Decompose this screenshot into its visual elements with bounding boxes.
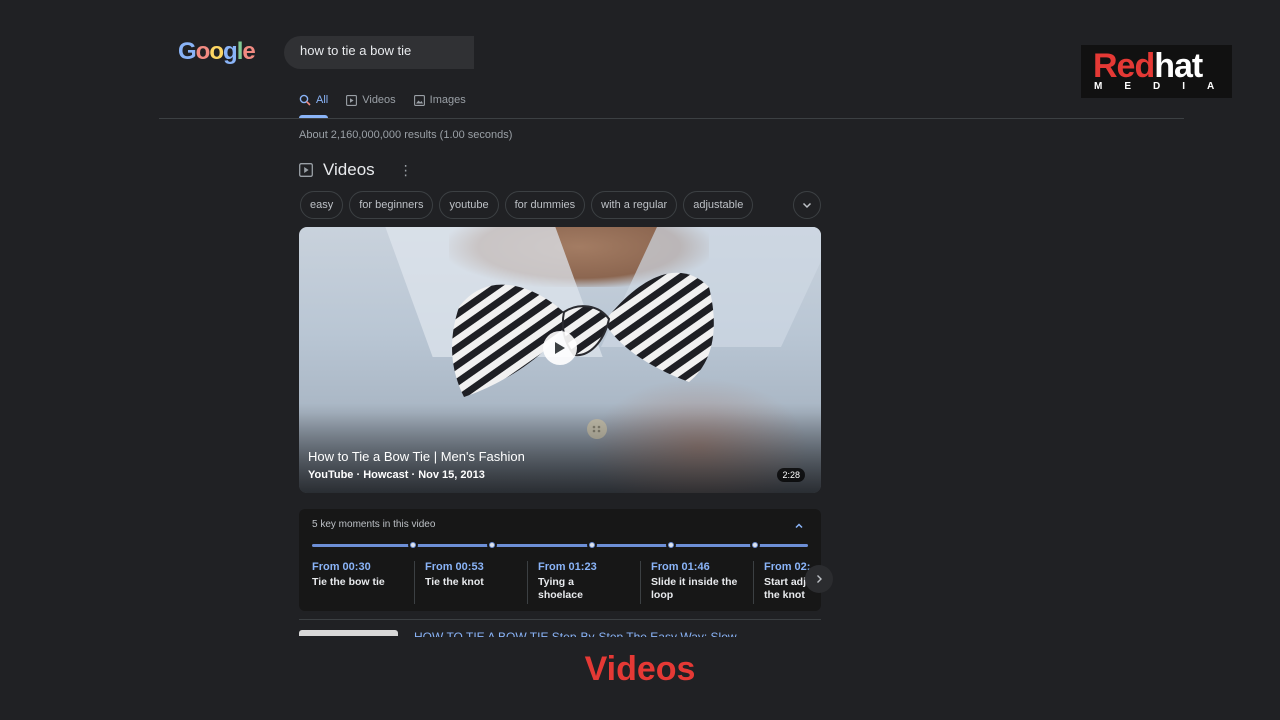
result-divider bbox=[299, 619, 821, 620]
tab-label: Videos bbox=[362, 94, 396, 106]
logo-letter: e bbox=[242, 38, 255, 65]
logo-letter: g bbox=[223, 38, 238, 65]
image-icon bbox=[413, 94, 425, 106]
key-moment[interactable]: From 00:53 Tie the knot bbox=[414, 561, 527, 604]
video-thumbnail[interactable]: How to Tie a Bow Tie | Men's Fashion You… bbox=[299, 227, 821, 493]
chip[interactable]: youtube bbox=[439, 191, 499, 219]
chip[interactable]: adjustable bbox=[683, 191, 754, 219]
redhat-media-logo: Redhat MEDIA bbox=[1081, 45, 1232, 98]
next-result-thumbnail[interactable] bbox=[299, 630, 398, 636]
key-moment[interactable]: From 01:46 Slide it inside the loop bbox=[640, 561, 740, 604]
timeline-track bbox=[312, 544, 808, 547]
video-icon bbox=[299, 163, 313, 177]
more-options-icon[interactable]: ⋮ bbox=[399, 163, 413, 177]
video-duration: 2:28 bbox=[777, 468, 805, 482]
play-icon bbox=[555, 342, 565, 354]
chevron-up-icon bbox=[795, 523, 803, 529]
moment-time: From 00:30 bbox=[312, 561, 371, 573]
video-meta: YouTube · Howcast · Nov 15, 2013 bbox=[308, 469, 485, 481]
tab-label: All bbox=[316, 94, 329, 106]
refinement-chips: easy for beginners youtube for dummies w… bbox=[300, 191, 754, 219]
tab-videos[interactable]: Videos bbox=[346, 92, 396, 108]
google-logo[interactable]: Google bbox=[178, 38, 256, 66]
chip[interactable]: for dummies bbox=[504, 191, 586, 219]
logo-red-text: Red bbox=[1093, 47, 1155, 85]
key-moments-title: 5 key moments in this video bbox=[312, 519, 436, 530]
key-moment[interactable]: From 00:30 Tie the bow tie bbox=[312, 561, 425, 604]
chip[interactable]: with a regular bbox=[591, 191, 678, 219]
section-title: Videos bbox=[323, 160, 375, 179]
videos-section-header: Videos ⋮ bbox=[299, 160, 413, 180]
tab-all[interactable]: All bbox=[299, 92, 328, 108]
logo-letter: o bbox=[209, 38, 224, 65]
key-moments-panel: 5 key moments in this video From 00:30 T… bbox=[299, 509, 821, 611]
header-divider bbox=[159, 118, 1184, 119]
results-count: About 2,160,000,000 results (1.00 second… bbox=[299, 129, 513, 141]
moment-label: Tying a shoelace bbox=[538, 576, 583, 601]
chevron-right-icon bbox=[817, 575, 822, 583]
chip[interactable]: easy bbox=[300, 191, 344, 219]
search-icon bbox=[299, 94, 311, 106]
moment-time: From 01:23 bbox=[538, 561, 597, 573]
expand-chips-button[interactable] bbox=[793, 191, 821, 219]
next-moments-button[interactable] bbox=[805, 565, 833, 593]
tab-label: Images bbox=[429, 94, 466, 106]
key-moment[interactable]: From 01:23 Tying a shoelace bbox=[527, 561, 613, 604]
timeline-marker[interactable] bbox=[750, 540, 760, 550]
moment-time: From 00:53 bbox=[425, 561, 484, 573]
logo-subtext: MEDIA bbox=[1094, 81, 1237, 92]
logo-white-text: hat bbox=[1154, 47, 1203, 85]
moment-time: From 01:46 bbox=[651, 561, 710, 573]
chip[interactable]: for beginners bbox=[349, 191, 434, 219]
search-input[interactable]: how to tie a bow tie bbox=[284, 36, 474, 69]
logo-letter: o bbox=[195, 38, 211, 65]
moment-label: Tie the knot bbox=[425, 576, 484, 588]
next-result-link[interactable]: HOW TO TIE A BOW TIE Step-By-Step The Ea… bbox=[414, 629, 744, 637]
logo-letter: G bbox=[178, 38, 197, 65]
timeline-marker[interactable] bbox=[487, 540, 497, 550]
video-icon bbox=[346, 94, 358, 106]
moment-label: Tie the bow tie bbox=[312, 576, 385, 588]
collapse-button[interactable] bbox=[791, 518, 807, 534]
timeline-marker[interactable] bbox=[408, 540, 418, 550]
chevron-down-icon bbox=[802, 202, 812, 209]
timeline-marker[interactable] bbox=[587, 540, 597, 550]
logo-wordmark: Redhat bbox=[1093, 46, 1203, 86]
search-tabs: All Videos Images bbox=[299, 92, 466, 108]
video-caption: Videos bbox=[584, 650, 696, 688]
timeline-marker[interactable] bbox=[666, 540, 676, 550]
moment-label: Slide it inside the loop bbox=[651, 576, 738, 601]
tab-images[interactable]: Images bbox=[413, 92, 466, 108]
search-query: how to tie a bow tie bbox=[300, 43, 412, 58]
play-button[interactable] bbox=[543, 331, 577, 365]
video-title[interactable]: How to Tie a Bow Tie | Men's Fashion bbox=[308, 449, 525, 464]
